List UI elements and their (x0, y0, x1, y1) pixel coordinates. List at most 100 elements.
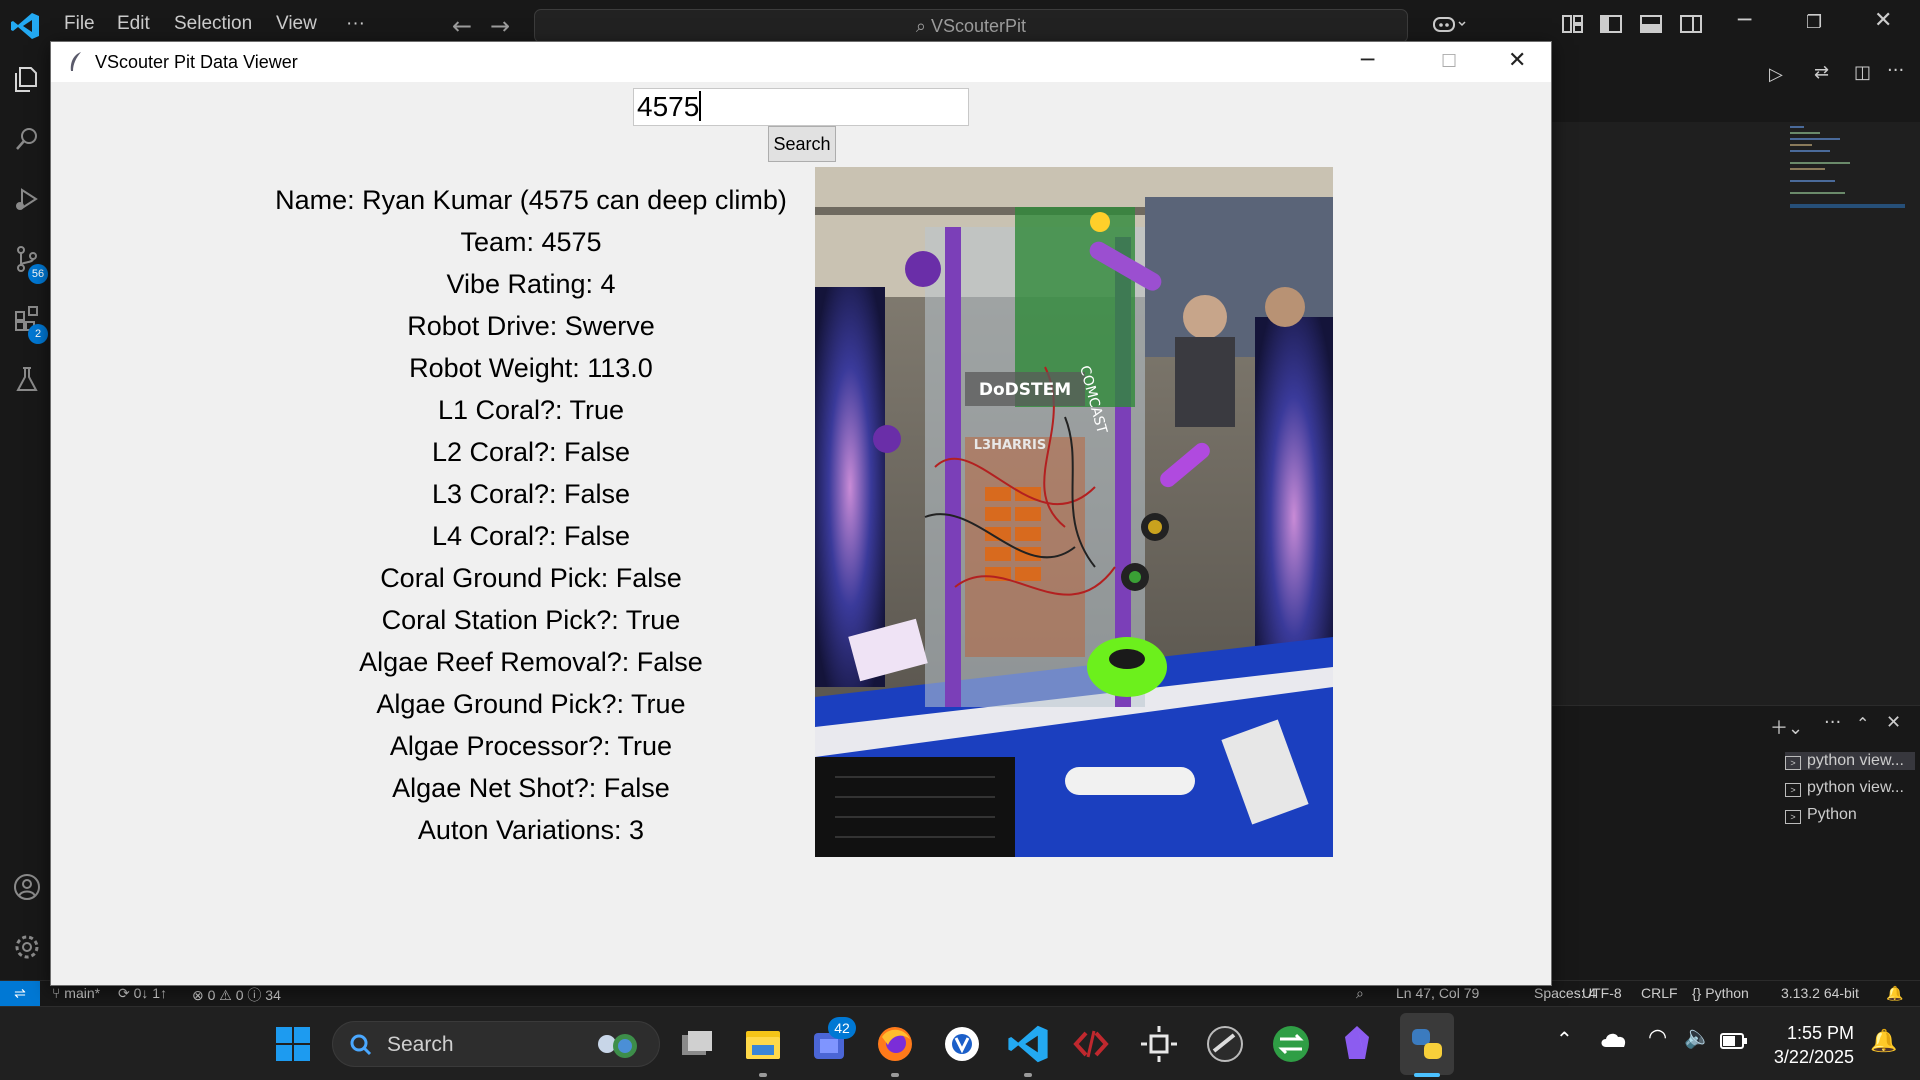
info-auton-variations: Auton Variations: 3 (417, 815, 645, 845)
info-coral-ground-pick: Coral Ground Pick: False (380, 563, 682, 593)
maximize-panel-icon[interactable]: ⌃ (1856, 714, 1869, 733)
window-title: VScouter Pit Data Viewer (95, 52, 298, 72)
new-terminal-icon[interactable]: ＋⌄ (1770, 714, 1803, 740)
terminal-icon: > (1785, 810, 1801, 824)
command-center[interactable]: ⌕ VScouterPit (534, 9, 1408, 43)
search-input-value: 4575 (637, 91, 700, 122)
system-clock[interactable]: 1:55 PM 3/22/2025 (1764, 1021, 1854, 1069)
menu-selection[interactable]: Selection (174, 13, 252, 35)
cursor-position[interactable]: Ln 47, Col 79 (1396, 985, 1479, 1001)
app-icon[interactable] (941, 1023, 983, 1065)
vscode-logo-icon (11, 13, 39, 39)
problems-indicator[interactable]: ⊗ 0 ⚠ 0 ⓘ 34 (192, 985, 281, 1005)
notification-center-icon[interactable]: 🔔 (1870, 1029, 1897, 1054)
taskbar-search-box[interactable]: Search (332, 1021, 660, 1067)
volume-icon[interactable]: 🔈 (1684, 1025, 1711, 1050)
minimize-icon[interactable]: ─ (1738, 8, 1751, 33)
vscode-running-indicator (1024, 1073, 1032, 1077)
sync-indicator[interactable]: ⟳ 0↓ 1↑ (118, 985, 167, 1002)
notifications-bell-icon[interactable]: 🔔 (1886, 985, 1903, 1002)
team-search-input[interactable]: 4575 (633, 88, 969, 126)
search-button[interactable]: Search (768, 126, 836, 162)
search-icon[interactable] (12, 124, 42, 154)
accounts-icon[interactable] (12, 872, 42, 902)
extensions-badge: 2 (28, 324, 48, 344)
text-caret (699, 91, 702, 121)
terminal-icon: > (1785, 756, 1801, 770)
zoom-icon[interactable]: ⌕ (1356, 985, 1364, 1002)
firefox-icon[interactable] (874, 1023, 916, 1065)
more-actions-icon[interactable]: ··· (1887, 60, 1904, 81)
language-mode[interactable]: {} Python (1692, 985, 1749, 1001)
branch-indicator[interactable]: ⑂ main* (52, 985, 100, 1001)
menu-view[interactable]: View (276, 13, 317, 35)
settings-gear-icon[interactable] (12, 932, 42, 962)
sync-app-icon[interactable] (1270, 1023, 1312, 1065)
run-debug-icon[interactable] (12, 184, 42, 214)
encoding[interactable]: UTF-8 (1582, 985, 1622, 1001)
info-team: Team: 4575 (460, 227, 602, 257)
run-icon[interactable]: ▷ (1769, 64, 1783, 85)
tk-minimize-icon[interactable]: ─ (1361, 48, 1374, 73)
search-highlight-icon (598, 1034, 637, 1058)
info-name: Name: Ryan Kumar (4575 can deep climb) (275, 185, 787, 215)
pit-data-list: Name: Ryan Kumar (4575 can deep climb) T… (251, 179, 811, 851)
editor-tab-bar: ▷ ⇄ ◫ ··· (1552, 52, 1920, 122)
info-robot-drive: Robot Drive: Swerve (407, 311, 655, 341)
terminal-panel: ＋⌄ ··· ⌃ ✕ (1552, 705, 1920, 980)
python-running-indicator (1414, 1073, 1440, 1077)
info-vibe-rating: Vibe Rating: 4 (446, 269, 616, 299)
robot-photo: DoDSTEM L3HARRIS COMCAST (815, 167, 1333, 857)
python-interpreter[interactable]: 3.13.2 64-bit (1781, 985, 1859, 1001)
info-l1-coral: L1 Coral?: True (437, 395, 625, 425)
windows-taskbar: Search 42 ⌃ ◠ 🔈 1:55 PM 3/22/2025 🔔 (0, 1006, 1920, 1080)
close-panel-icon[interactable]: ✕ (1886, 712, 1901, 733)
line-ending[interactable]: CRLF (1641, 985, 1678, 1001)
tk-titlebar: VScouter Pit Data Viewer ─ ☐ ✕ (51, 42, 1551, 82)
windows-start-icon[interactable] (272, 1023, 314, 1065)
vscode-taskbar-icon[interactable] (1007, 1023, 1049, 1065)
split-editor-icon[interactable]: ◫ (1854, 62, 1871, 83)
minimap[interactable] (1785, 120, 1905, 230)
forward-arrow-icon[interactable]: → (490, 12, 510, 40)
menu-more[interactable]: ··· (346, 13, 365, 35)
show-hidden-icons-icon[interactable]: ⌃ (1556, 1027, 1573, 1051)
menu-file[interactable]: File (64, 13, 95, 35)
code-tool-icon[interactable] (1070, 1023, 1112, 1065)
back-arrow-icon[interactable]: ← (452, 12, 472, 40)
tk-maximize-icon[interactable]: ☐ (1441, 51, 1457, 72)
task-view-icon[interactable] (676, 1023, 718, 1065)
photo-sign-l3harris: L3HARRIS (974, 438, 1047, 453)
close-icon[interactable]: ✕ (1874, 8, 1892, 33)
taskbar-search-label: Search (387, 1033, 454, 1056)
remote-indicator[interactable]: ⇌ (0, 981, 40, 1007)
customize-layout-icon[interactable] (1562, 14, 1584, 34)
wifi-icon[interactable]: ◠ (1648, 1025, 1667, 1050)
tk-close-icon[interactable]: ✕ (1508, 48, 1526, 73)
driver-station-icon[interactable] (1204, 1023, 1246, 1065)
obsidian-icon[interactable] (1336, 1023, 1378, 1065)
toggle-panel-icon[interactable] (1640, 14, 1662, 34)
onedrive-icon[interactable] (1600, 1029, 1628, 1049)
terminal-tab-2[interactable]: > python view... (1785, 779, 1904, 797)
explorer-icon[interactable] (12, 64, 42, 94)
file-explorer-icon[interactable] (742, 1023, 784, 1065)
info-algae-processor: Algae Processor?: True (389, 731, 673, 761)
panel-more-icon[interactable]: ··· (1824, 712, 1841, 733)
python-icon[interactable] (1406, 1023, 1448, 1065)
open-changes-icon[interactable]: ⇄ (1814, 62, 1829, 83)
info-coral-station-pick: Coral Station Pick?: True (381, 605, 681, 635)
search-icon (350, 1034, 372, 1056)
toggle-secondary-sidebar-icon[interactable] (1680, 14, 1702, 34)
branch-icon: ⑂ (52, 985, 65, 1001)
copilot-icon[interactable] (1432, 14, 1468, 34)
terminal-tab-1[interactable]: > python view... (1785, 752, 1915, 770)
restore-icon[interactable]: ❐ (1806, 12, 1822, 33)
testing-icon[interactable] (12, 364, 42, 394)
brightness-tool-icon[interactable] (1138, 1023, 1180, 1065)
toggle-primary-sidebar-icon[interactable] (1600, 14, 1622, 34)
terminal-tab-3[interactable]: > Python (1785, 806, 1857, 824)
firefox-running-indicator (891, 1073, 899, 1077)
menu-edit[interactable]: Edit (117, 13, 150, 35)
battery-icon[interactable] (1720, 1033, 1748, 1049)
